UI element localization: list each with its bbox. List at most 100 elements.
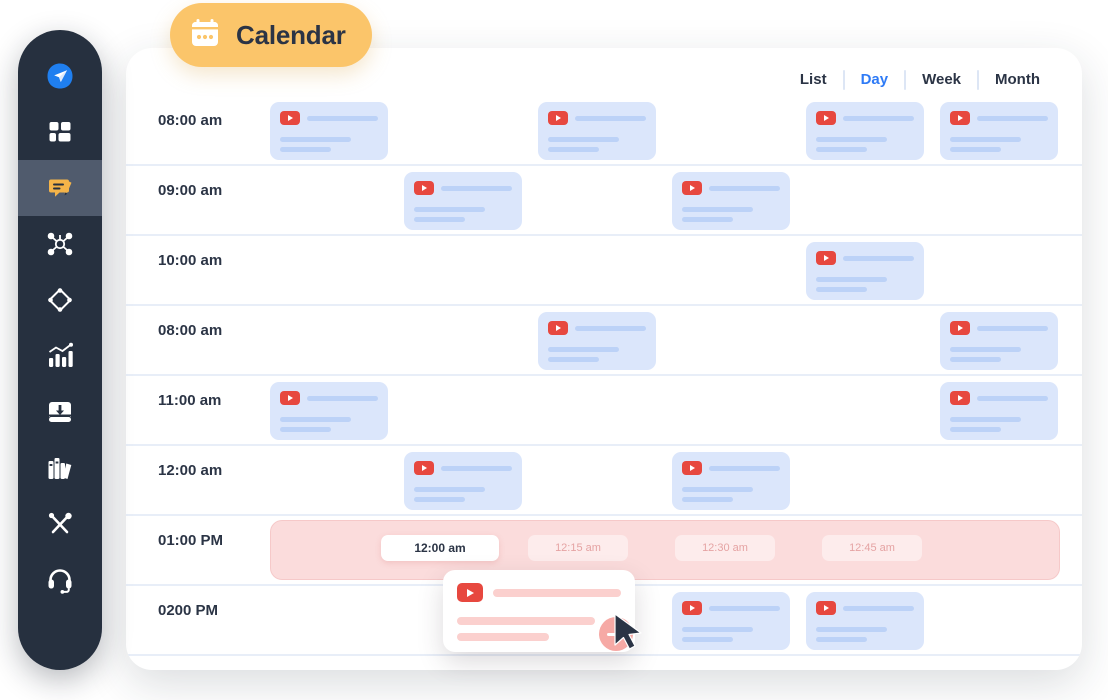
youtube-play-icon xyxy=(457,583,483,602)
tab-day[interactable]: Day xyxy=(845,66,905,94)
event-title-placeholder xyxy=(709,465,780,471)
sidebar-item-network[interactable] xyxy=(18,216,102,272)
schedule-row: 11:00 am xyxy=(126,376,1082,446)
event-line-placeholder xyxy=(414,217,465,222)
network-icon xyxy=(46,230,74,258)
inbox-download-icon xyxy=(46,398,74,426)
event-line-placeholder xyxy=(414,497,465,502)
youtube-play-icon xyxy=(816,111,836,125)
youtube-play-icon xyxy=(280,111,300,125)
tools-icon xyxy=(46,510,74,538)
event-line-placeholder xyxy=(414,487,485,492)
event-title-placeholder xyxy=(843,255,914,261)
event-line-placeholder xyxy=(950,357,1001,362)
event-line-placeholder xyxy=(816,287,867,292)
library-icon xyxy=(46,454,74,482)
schedule-track xyxy=(270,586,1082,654)
event-card[interactable] xyxy=(538,102,656,160)
mouse-cursor xyxy=(613,612,647,657)
event-card[interactable] xyxy=(270,102,388,160)
event-title-placeholder xyxy=(493,588,621,597)
event-title-placeholder xyxy=(307,115,378,121)
event-card[interactable] xyxy=(404,452,522,510)
row-time-label: 10:00 am xyxy=(158,252,223,269)
row-time-label: 01:00 PM xyxy=(158,532,224,549)
event-card[interactable] xyxy=(806,592,924,650)
sidebar-item-dashboard[interactable] xyxy=(18,104,102,160)
schedule-row: 08:00 am xyxy=(126,306,1082,376)
event-card[interactable] xyxy=(672,172,790,230)
sidebar-item-inbox[interactable] xyxy=(18,384,102,440)
event-card[interactable] xyxy=(940,382,1058,440)
event-line-placeholder xyxy=(816,137,887,142)
row-time-label: 0200 PM xyxy=(158,602,219,619)
headset-icon xyxy=(46,566,74,594)
youtube-play-icon xyxy=(548,321,568,335)
calendar-badge[interactable]: Calendar xyxy=(170,3,372,67)
event-line-placeholder xyxy=(816,637,867,642)
event-line-placeholder xyxy=(280,147,331,152)
event-title-placeholder xyxy=(977,115,1048,121)
tab-week[interactable]: Week xyxy=(906,66,977,94)
diamond-icon xyxy=(46,286,74,314)
youtube-play-icon xyxy=(816,601,836,615)
event-line-placeholder xyxy=(280,137,351,142)
event-line-placeholder xyxy=(548,137,619,142)
view-tabs: List Day Week Month xyxy=(784,66,1056,94)
event-line-placeholder xyxy=(280,417,351,422)
event-line-placeholder xyxy=(548,347,619,352)
event-line-placeholder xyxy=(682,627,753,632)
event-card[interactable] xyxy=(806,102,924,160)
sidebar-item-analytics[interactable] xyxy=(18,328,102,384)
schedule-track xyxy=(270,236,1082,304)
event-title-placeholder xyxy=(977,395,1048,401)
tab-month[interactable]: Month xyxy=(979,66,1056,94)
event-card[interactable] xyxy=(270,382,388,440)
send-icon xyxy=(46,62,74,90)
event-title-placeholder xyxy=(441,465,512,471)
event-title-placeholder xyxy=(575,115,646,121)
sidebar-item-tools[interactable] xyxy=(18,496,102,552)
event-line-placeholder xyxy=(816,277,887,282)
schedule-track xyxy=(270,516,1082,584)
event-line-placeholder xyxy=(950,147,1001,152)
youtube-play-icon xyxy=(414,461,434,475)
row-time-label: 09:00 am xyxy=(158,182,223,199)
sidebar-item-send[interactable] xyxy=(18,48,102,104)
youtube-play-icon xyxy=(280,391,300,405)
schedule-row: 10:00 am xyxy=(126,236,1082,306)
row-time-label: 08:00 am xyxy=(158,112,223,129)
event-card[interactable] xyxy=(672,452,790,510)
sidebar-item-library[interactable] xyxy=(18,440,102,496)
event-line-placeholder xyxy=(950,417,1021,422)
sidebar-item-messages[interactable] xyxy=(18,160,102,216)
event-card[interactable] xyxy=(538,312,656,370)
event-card[interactable] xyxy=(940,102,1058,160)
event-line-placeholder xyxy=(816,627,887,632)
sidebar-item-support[interactable] xyxy=(18,552,102,608)
youtube-play-icon xyxy=(950,321,970,335)
youtube-play-icon xyxy=(414,181,434,195)
tab-list[interactable]: List xyxy=(784,66,843,94)
event-line-placeholder xyxy=(950,427,1001,432)
schedule-track xyxy=(270,376,1082,444)
event-card[interactable] xyxy=(806,242,924,300)
row-time-label: 11:00 am xyxy=(158,392,222,409)
event-title-placeholder xyxy=(843,115,914,121)
event-card[interactable] xyxy=(672,592,790,650)
dragged-event-card[interactable] xyxy=(443,570,635,652)
youtube-play-icon xyxy=(950,391,970,405)
event-card[interactable] xyxy=(940,312,1058,370)
schedule-row: 08:00 am xyxy=(126,96,1082,166)
event-line-placeholder xyxy=(682,217,733,222)
schedule-track xyxy=(270,446,1082,514)
event-line-placeholder xyxy=(816,147,867,152)
event-line-placeholder xyxy=(280,427,331,432)
sidebar-item-rewards[interactable] xyxy=(18,272,102,328)
event-line-placeholder xyxy=(457,633,549,641)
schedule-track xyxy=(270,96,1082,164)
schedule-row: 09:00 am xyxy=(126,166,1082,236)
event-title-placeholder xyxy=(843,605,914,611)
schedule-track xyxy=(270,166,1082,234)
event-card[interactable] xyxy=(404,172,522,230)
